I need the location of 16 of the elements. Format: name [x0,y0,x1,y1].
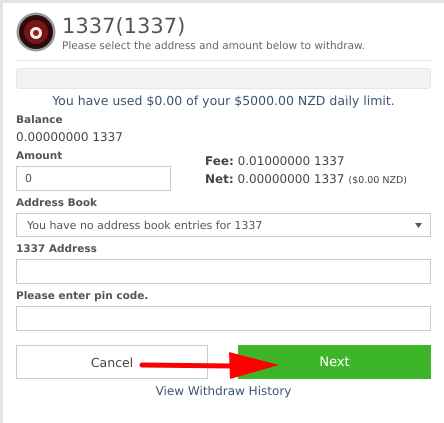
withdraw-history-link[interactable]: View Withdraw History [156,384,292,398]
cancel-button[interactable]: Cancel [16,345,208,379]
address-book-dropdown[interactable]: You have no address book entries for 1337 [16,213,431,237]
pin-label: Please enter pin code. [16,290,150,302]
daily-limit-text: You have used $0.00 of your $5000.00 NZD daily limit. [51,93,396,108]
address-book-label: Address Book [16,197,98,209]
balance-value: 0.00000000 1337 [16,130,124,144]
page-title: 1337(1337) [62,13,186,40]
amount-field[interactable]: 0 [16,166,171,191]
amount-label: Amount [16,150,64,162]
fee-text: Fee: 0.01000000 1337 [205,154,344,168]
page-subtitle: Please select the address and amount below to withdraw. [62,40,365,52]
balance-label: Balance [16,114,64,126]
net-fiat-text: ($0.00 NZD) [348,175,407,186]
address-label: 1337 Address [16,243,98,255]
net-text: Net: 0.00000000 1337 [205,172,344,186]
